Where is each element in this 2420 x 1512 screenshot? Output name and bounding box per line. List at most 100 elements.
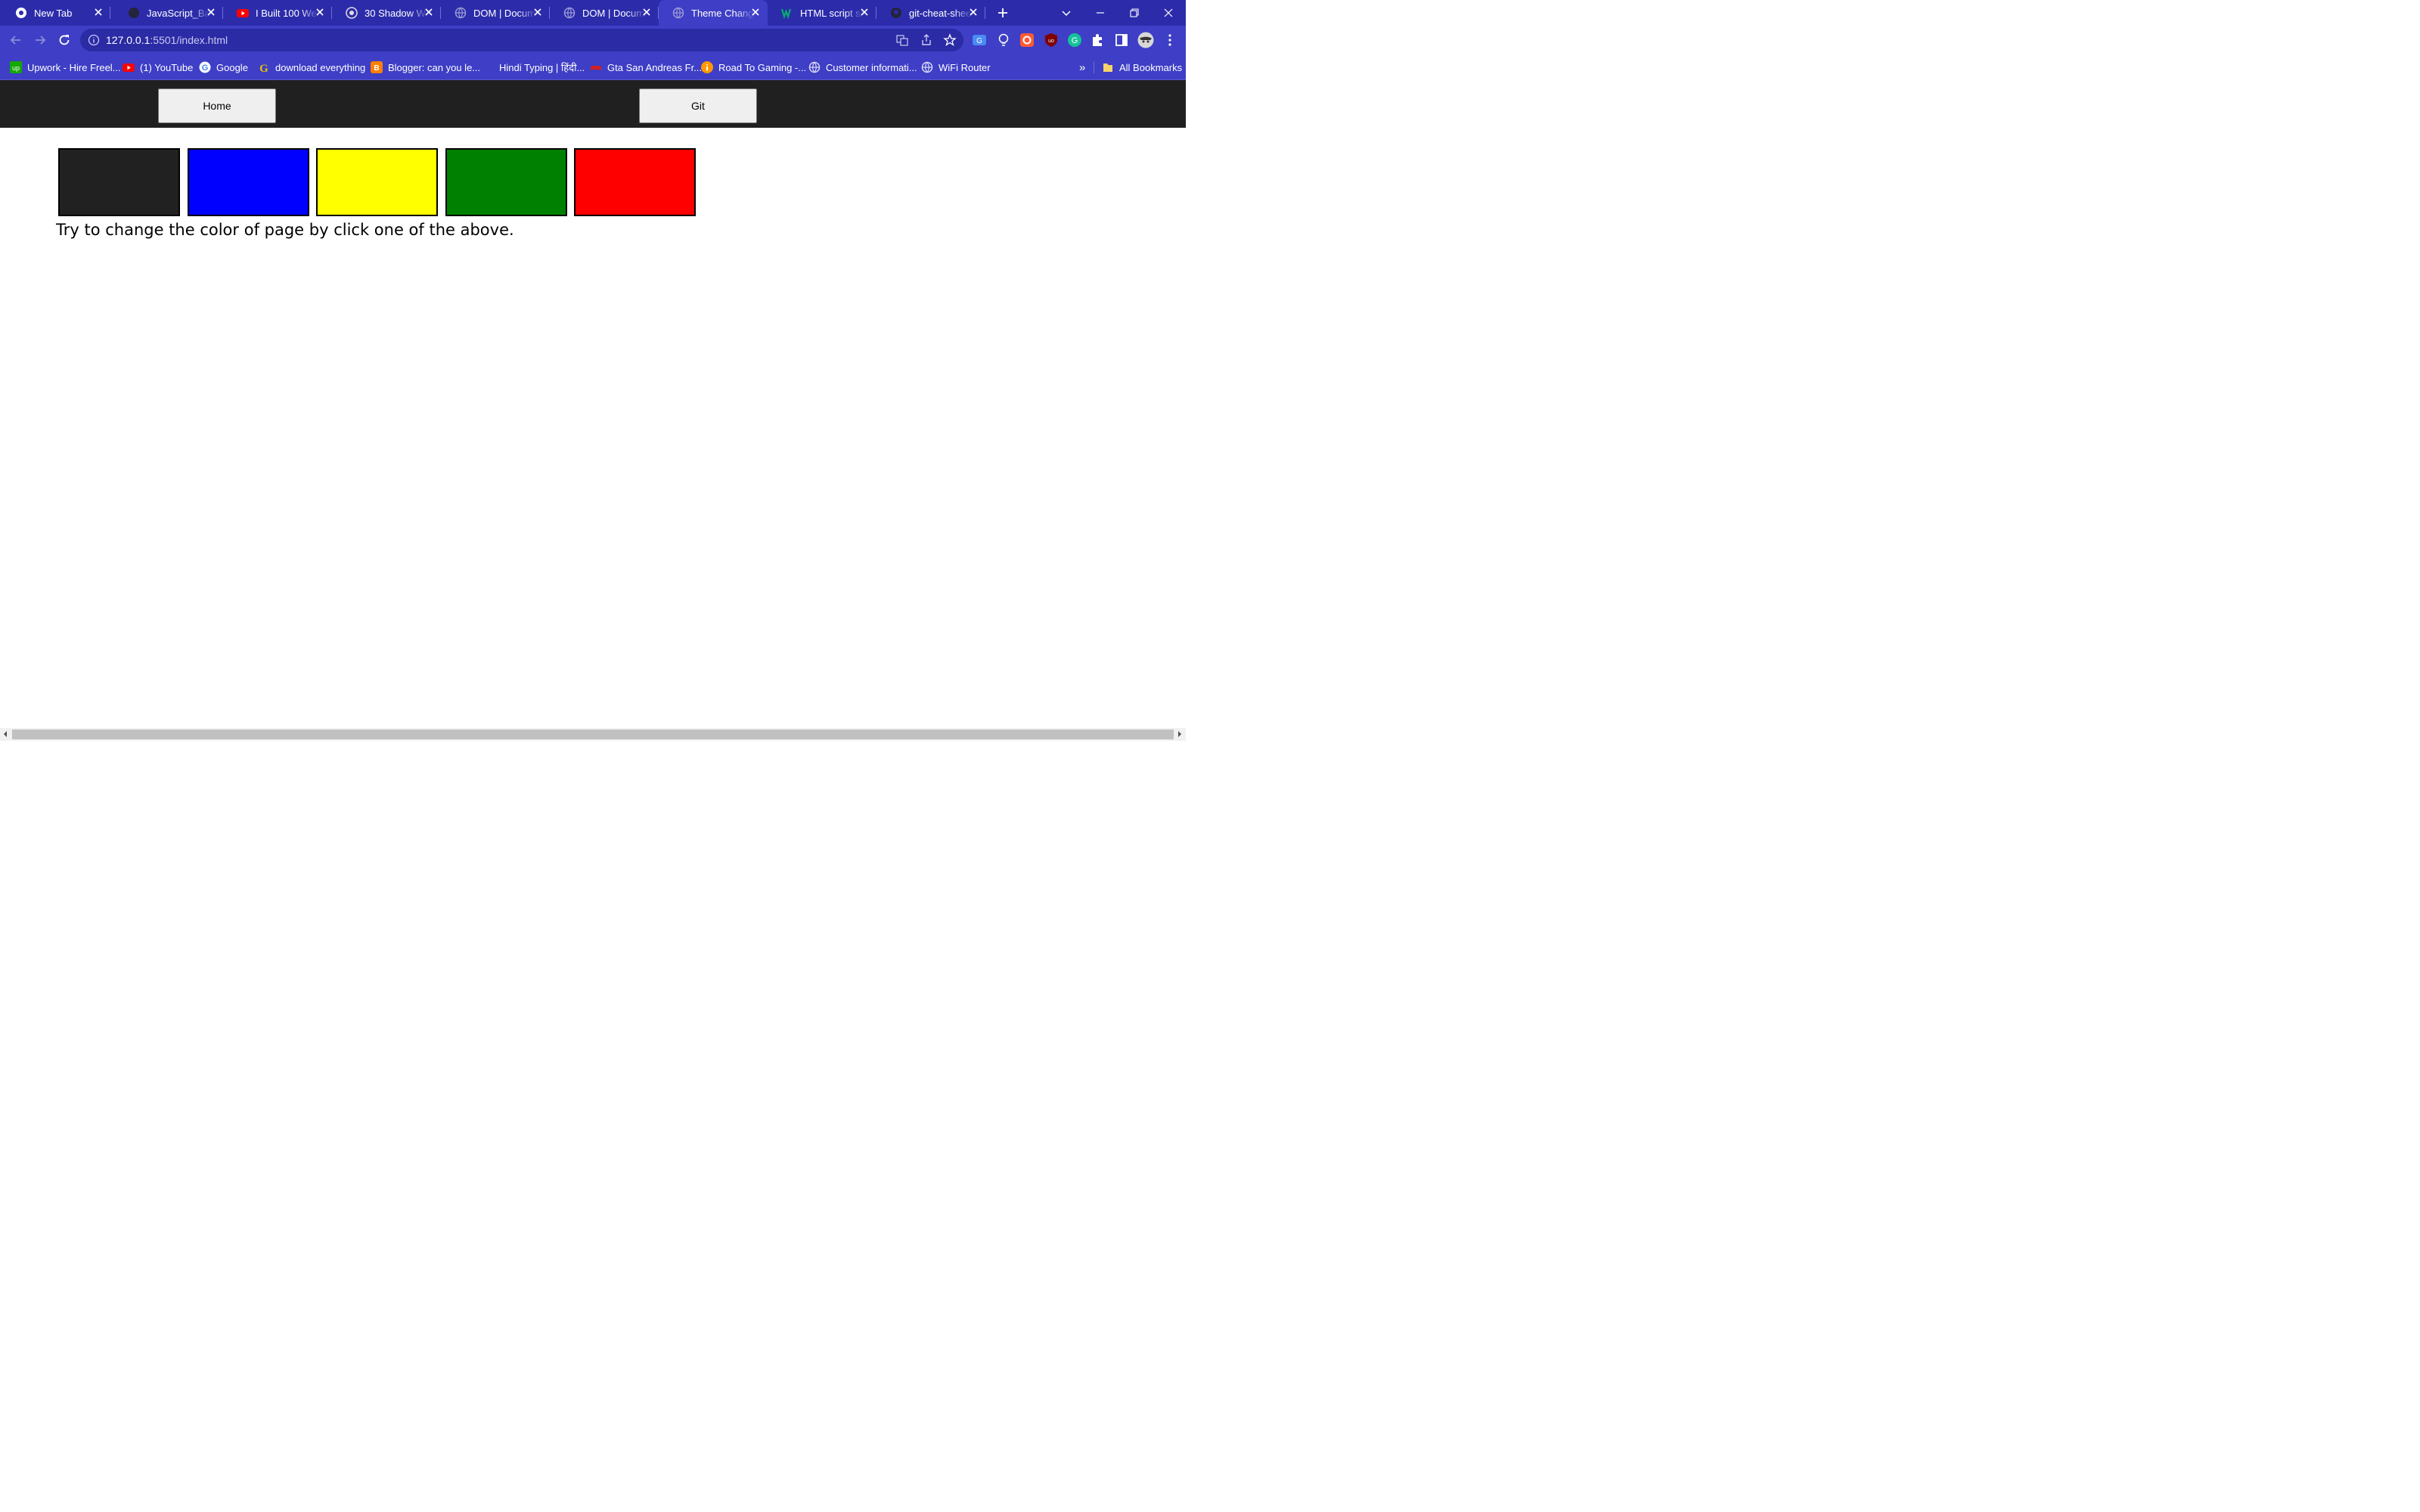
close-icon[interactable] <box>858 6 870 18</box>
site-icon <box>346 7 358 19</box>
address-bar[interactable]: 127.0.0.1:5501/index.html <box>80 29 963 51</box>
translate-icon[interactable] <box>895 33 909 47</box>
bookmark-google[interactable]: G Google <box>199 60 248 74</box>
close-icon[interactable] <box>314 6 326 18</box>
bookmark-customer-information[interactable]: Customer informati... <box>808 60 917 74</box>
share-icon[interactable] <box>920 33 933 47</box>
tab-title: git-cheat-shee <box>909 7 972 19</box>
close-icon[interactable] <box>967 6 979 18</box>
globe-icon <box>455 7 467 19</box>
minimize-button[interactable] <box>1084 0 1117 26</box>
info-icon <box>701 61 713 73</box>
tab-dom-document-2[interactable]: DOM | Docume <box>550 0 659 26</box>
ublock-extension-icon[interactable]: uo <box>1044 33 1059 48</box>
bookmark-hindi-typing[interactable]: Hindi Typing | हिंदी... <box>499 60 585 74</box>
youtube-icon <box>123 61 135 73</box>
bookmark-download-everything[interactable]: G download everything <box>258 60 365 74</box>
home-button[interactable]: Home <box>158 88 276 123</box>
folder-icon <box>1102 61 1114 73</box>
avatar[interactable] <box>1137 32 1154 48</box>
url-text: 127.0.0.1:5501/index.html <box>106 34 228 46</box>
git-button[interactable]: Git <box>639 88 757 123</box>
page-navbar: Home Git <box>0 80 1186 128</box>
svg-text:up: up <box>12 64 20 72</box>
close-icon <box>1164 8 1173 17</box>
gamepad-icon <box>590 61 602 73</box>
tab-title: DOM | Docume <box>473 7 537 19</box>
restore-icon <box>1130 8 1139 17</box>
new-tab-button[interactable] <box>986 0 1019 26</box>
chevron-down-icon <box>1062 11 1071 17</box>
svg-text:G: G <box>976 37 982 45</box>
upwork-icon: up <box>10 61 22 73</box>
restore-button[interactable] <box>1118 0 1151 26</box>
tab-title: DOM | Docume <box>582 7 646 19</box>
swatch-green[interactable] <box>445 148 567 216</box>
scroll-left-arrow-icon[interactable] <box>4 731 7 737</box>
back-arrow-icon[interactable] <box>8 33 23 48</box>
globe-icon <box>672 7 684 19</box>
chrome-icon <box>15 7 27 19</box>
close-icon[interactable] <box>423 6 435 18</box>
bookmark-road-to-gaming[interactable]: Road To Gaming -... <box>701 60 806 74</box>
scrollbar-thumb[interactable] <box>12 730 1174 739</box>
tab-title: Theme Change <box>691 7 755 19</box>
bookmark-gta[interactable]: Gta San Andreas Fr... <box>590 60 702 74</box>
bookmark-upwork[interactable]: up Upwork - Hire Freel... <box>10 60 121 74</box>
record-extension-icon[interactable] <box>1019 33 1035 48</box>
tab-shadow[interactable]: 30 Shadow Wo <box>332 0 441 26</box>
reload-icon[interactable] <box>57 33 72 48</box>
close-icon[interactable] <box>205 6 217 18</box>
more-menu-icon[interactable] <box>1162 33 1177 48</box>
svg-text:B: B <box>374 64 379 73</box>
tab-git-cheat-sheet[interactable]: git-cheat-shee <box>876 0 985 26</box>
bookmark-youtube[interactable]: (1) YouTube <box>123 60 193 74</box>
bookmark-wifi-router[interactable]: WiFi Router <box>921 60 991 74</box>
grammarly-extension-icon[interactable]: G <box>1067 33 1082 48</box>
tab-title: I Built 100 Well <box>256 7 319 19</box>
forward-arrow-icon[interactable] <box>33 33 48 48</box>
info-icon[interactable] <box>87 33 101 47</box>
tab-search-button[interactable] <box>1050 0 1083 26</box>
minimize-icon <box>1097 12 1104 14</box>
close-icon[interactable] <box>749 6 762 18</box>
swatch-red[interactable] <box>574 148 696 216</box>
translate-extension-icon[interactable]: G <box>972 33 987 48</box>
github-icon <box>128 7 140 19</box>
lightbulb-extension-icon[interactable] <box>996 33 1011 48</box>
tab-javascript-basics[interactable]: JavaScript_Basi <box>114 0 223 26</box>
blogger-icon: B <box>371 61 383 73</box>
all-bookmarks-button[interactable]: All Bookmarks <box>1102 60 1182 74</box>
swatch-black[interactable] <box>58 148 180 216</box>
bookmarks-bar: up Upwork - Hire Freel... (1) YouTube G … <box>0 54 1186 80</box>
tab-html-script[interactable]: HTML script sr <box>768 0 876 26</box>
tab-theme-change[interactable]: Theme Change <box>659 0 768 26</box>
tab-title: HTML script sr <box>800 7 864 19</box>
bookmark-blogger[interactable]: B Blogger: can you le... <box>371 60 480 74</box>
g-logo-icon: G <box>258 61 270 73</box>
svg-text:G: G <box>1072 36 1078 45</box>
youtube-icon <box>237 7 249 19</box>
swatch-yellow[interactable] <box>316 148 438 216</box>
globe-icon <box>921 61 933 73</box>
horizontal-scrollbar[interactable] <box>0 728 1186 741</box>
browser-toolbar: 127.0.0.1:5501/index.html G uo G <box>0 26 1186 54</box>
scroll-right-arrow-icon[interactable] <box>1178 731 1181 737</box>
side-panel-icon[interactable] <box>1114 33 1129 48</box>
close-icon[interactable] <box>92 6 104 18</box>
tab-dom-document-1[interactable]: DOM | Docume <box>441 0 550 26</box>
star-icon[interactable] <box>943 33 957 47</box>
tab-new-tab[interactable]: New Tab <box>2 0 110 26</box>
google-icon: G <box>199 61 211 73</box>
tab-strip: New Tab JavaScript_Basi I Built 100 Well… <box>0 0 1186 26</box>
plus-icon <box>998 8 1007 17</box>
puzzle-icon[interactable] <box>1091 33 1106 48</box>
bookmarks-overflow-button[interactable]: » <box>1079 60 1085 74</box>
close-window-button[interactable] <box>1152 0 1185 26</box>
svg-text:uo: uo <box>1048 39 1054 44</box>
close-icon[interactable] <box>532 6 544 18</box>
tab-youtube-video[interactable]: I Built 100 Well <box>223 0 332 26</box>
swatch-blue[interactable] <box>188 148 309 216</box>
close-icon[interactable] <box>641 6 653 18</box>
globe-icon <box>808 61 821 73</box>
